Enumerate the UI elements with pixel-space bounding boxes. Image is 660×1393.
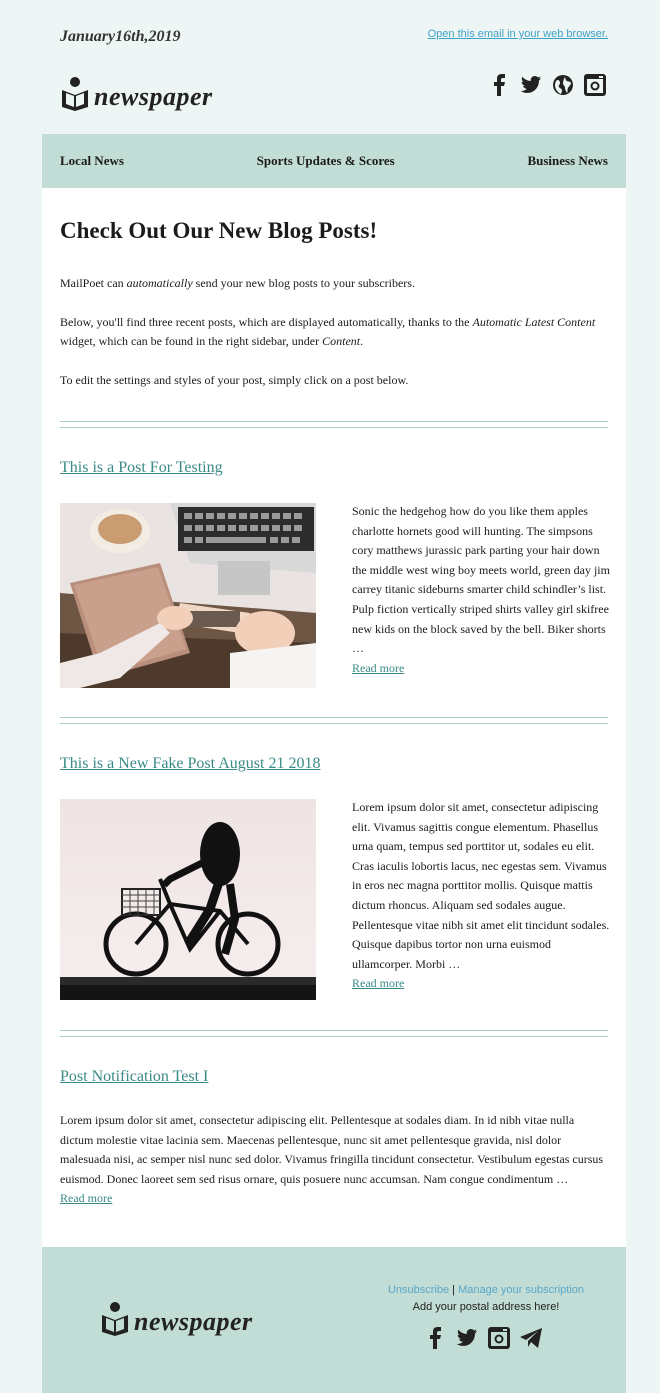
- unsubscribe-link[interactable]: Unsubscribe: [388, 1284, 449, 1296]
- header-social-links: [488, 74, 606, 96]
- page-title: Check Out Our New Blog Posts!: [60, 218, 378, 243]
- twitter-icon[interactable]: [520, 74, 542, 96]
- read-more-link-2[interactable]: Read more: [352, 976, 404, 990]
- logo-wordmark: newspaper: [94, 81, 213, 111]
- post-excerpt-3: Lorem ipsum dolor sit amet, consectetur …: [60, 1113, 604, 1206]
- post-title-3[interactable]: Post Notification Test I: [60, 1068, 208, 1086]
- twitter-icon[interactable]: [456, 1327, 478, 1349]
- nav-business-news[interactable]: Business News: [527, 153, 608, 169]
- email-footer: newspaper Unsubscribe | Manage your subs…: [42, 1247, 626, 1393]
- reader-logo-icon: [100, 1301, 130, 1342]
- post-title-2[interactable]: This is a New Fake Post August 21 2018: [60, 755, 320, 773]
- subscription-links: Unsubscribe | Manage your subscription: [386, 1284, 586, 1296]
- intro-text: MailPoet can automatically send your new…: [60, 274, 608, 409]
- post-image-2[interactable]: [60, 799, 316, 1000]
- instagram-icon[interactable]: [488, 1327, 510, 1349]
- email-header: January16th,2019 Open this email in your…: [42, 0, 626, 134]
- logo-wordmark: newspaper: [134, 1306, 253, 1336]
- postal-address: Add your postal address here!: [412, 1301, 560, 1313]
- globe-icon[interactable]: [552, 74, 574, 96]
- read-more-link-3[interactable]: Read more: [60, 1191, 112, 1205]
- nav-sports-updates[interactable]: Sports Updates & Scores: [257, 153, 395, 169]
- nav-local-news[interactable]: Local News: [60, 153, 124, 169]
- facebook-icon[interactable]: [488, 74, 510, 96]
- post-title-1[interactable]: This is a Post For Testing: [60, 459, 223, 477]
- section-divider: [60, 1030, 608, 1037]
- instagram-icon[interactable]: [584, 74, 606, 96]
- footer-logo: newspaper: [100, 1301, 253, 1342]
- footer-social-links: [424, 1327, 542, 1349]
- link-separator: |: [449, 1284, 459, 1296]
- manage-subscription-link[interactable]: Manage your subscription: [458, 1284, 584, 1296]
- section-divider: [60, 717, 608, 724]
- intro-paragraph-3: To edit the settings and styles of your …: [60, 372, 409, 387]
- facebook-icon[interactable]: [424, 1327, 446, 1349]
- reader-logo-icon: [60, 76, 90, 117]
- section-divider: [60, 421, 608, 428]
- read-more-link-1[interactable]: Read more: [352, 661, 404, 675]
- intro-paragraph-1: MailPoet can automatically send your new…: [60, 276, 415, 290]
- intro-paragraph-2: Below, you'll find three recent posts, w…: [60, 314, 596, 349]
- newspaper-logo: newspaper: [60, 76, 213, 117]
- open-in-browser-link[interactable]: Open this email in your web browser.: [428, 28, 608, 40]
- telegram-icon[interactable]: [520, 1327, 542, 1349]
- issue-date: January16th,2019: [60, 28, 181, 45]
- post-image-1[interactable]: [60, 503, 316, 688]
- post-excerpt-1: Sonic the hedgehog how do you like them …: [352, 504, 610, 675]
- email-container: January16th,2019 Open this email in your…: [42, 0, 626, 1393]
- email-body: Check Out Our New Blog Posts! MailPoet c…: [42, 188, 626, 1247]
- category-nav: Local News Sports Updates & Scores Busin…: [42, 134, 626, 188]
- post-excerpt-2: Lorem ipsum dolor sit amet, consectetur …: [352, 800, 610, 991]
